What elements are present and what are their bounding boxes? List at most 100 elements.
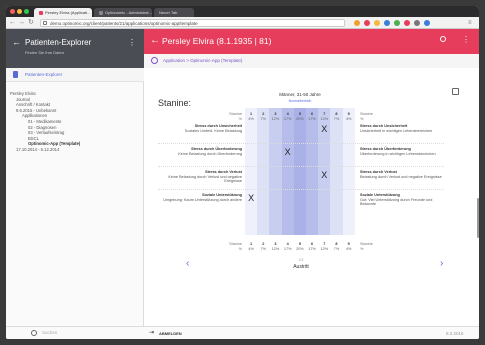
pager-indicator: 1/2 [298,258,304,262]
close-window-icon[interactable] [10,9,15,14]
tree-item[interactable]: Optinomic-App (Template) [28,141,80,146]
browser-tab[interactable]: Neuer Tab [154,8,194,17]
chart-subtitle: Normalbereich [288,99,312,103]
row-left-description: Keine Belastung durch Überforderung [178,152,242,156]
stanine-mark: X [284,147,291,157]
top-percent-value: 4% [345,117,352,121]
more-vert-icon[interactable]: ⋮ [128,38,136,47]
extension-icon[interactable] [384,20,390,26]
prev-chevron-icon[interactable]: ‹ [186,258,189,269]
back-arrow-icon[interactable]: ← [150,35,160,46]
browser-toolbar: ← → ↻ demo.optinomic.org/client/patients… [6,17,479,29]
favicon-icon [39,10,43,15]
top-percent-value: 7% [333,117,340,121]
bottom-percent-value: 7% [260,247,267,251]
browser-tab-active[interactable]: Persley Elvira (Applicati... [34,8,92,17]
extension-icon[interactable] [374,20,380,26]
bottom-percent-value: 12% [271,247,280,251]
row-right-title: Soziale Unterstützung [360,193,400,197]
stanine-column [293,108,306,235]
forward-arrow-icon[interactable]: → [18,18,25,28]
footer-date: 8.2.2016 [446,331,464,336]
document-icon [13,71,18,78]
more-vert-icon[interactable]: ⋮ [462,35,470,44]
extension-icon[interactable] [414,20,420,26]
bottom-percent-value: 4% [248,247,254,251]
minimize-window-icon[interactable] [17,9,22,14]
extension-icon[interactable] [364,20,370,26]
sidebar-subtitle: Finden Sie Ihre Daten [25,50,64,55]
address-bar[interactable]: demo.optinomic.org/client/patients/21/ap… [40,19,345,27]
extension-icon[interactable] [394,20,400,26]
extension-icon[interactable] [354,20,360,26]
sidebar: Patienten-Explorer Persley Elvira Journal… [6,68,144,326]
patient-title: Persley Elvira (8.1.1935 | 81) [162,36,272,46]
stanine-column [306,108,319,235]
stanine-chart: Männer, 31-50 Jahre Normalbereich Stanin… [144,68,479,326]
logout-button[interactable]: ABMELDEN [159,331,182,336]
tree-item[interactable]: 17.10.2014 - 5.12.2014 [16,147,59,152]
top-percent-value: 17% [308,117,316,121]
tree-item[interactable]: 02 - Diagnosen [28,125,56,130]
row-divider [158,143,444,144]
maximize-window-icon[interactable] [24,9,29,14]
row-left-title: Stress durch Überforderung [191,147,242,151]
main-content: Stanine: Männer, 31-50 Jahre Normalberei… [144,68,479,326]
stanine-column [257,108,270,235]
top-percent-value: 7% [260,117,267,121]
search-input[interactable]: Suchen [42,329,132,337]
footer: Suchen ⇥ ABMELDEN 8.2.2016 [6,326,479,339]
breadcrumb-bar: Application > Optinomic-App (Template) [144,54,479,68]
tree-item[interactable]: 03 - Verlaufseintrag [28,130,64,135]
bottom-percent-value: 17% [283,247,292,251]
search-icon[interactable] [440,36,446,42]
browser-tab[interactable]: Optionomic - Administrat... [94,8,152,17]
logout-icon[interactable]: ⇥ [149,329,154,336]
top-stanine-label: Stanine [360,112,373,116]
bottom-percent-value: 4% [345,247,352,251]
row-left-title: Stress durch Verlust [205,170,242,174]
top-percent-value: 20% [296,117,304,121]
stanine-column [281,108,294,235]
tree-item[interactable]: 01 - Medikamente [28,119,62,124]
tree-item[interactable]: 9.6.2015 - Unbekannt [16,108,56,113]
scrollbar-thumb[interactable] [477,198,479,238]
bottom-percent-value: 17% [308,247,316,251]
top-percent-value: 17% [283,117,292,121]
tree-item[interactable]: Anschrift / Kontakt [16,102,50,107]
tree-item[interactable]: BSCL [28,136,39,141]
extension-icon[interactable] [424,20,430,26]
bottom-percent-label: % [360,247,364,251]
browser-tab-bar: Persley Elvira (Applicati... Optionomic … [6,6,479,17]
next-chevron-icon[interactable]: › [440,258,443,269]
row-right-description: Gut: Viel Unterstützung durch Freunde un… [360,198,433,207]
stanine-column [330,108,343,235]
row-right-description: Belastung durch Verlust und negative Ere… [360,175,442,179]
top-percent-label: % [360,117,364,121]
back-arrow-icon[interactable]: ← [12,37,21,47]
bottom-percent-label: % [238,247,242,251]
top-percent-value: 12% [320,117,329,121]
search-icon[interactable] [31,330,37,336]
extension-icon[interactable] [404,20,410,26]
bottom-stanine-label: Stanine [229,242,242,246]
tree-item[interactable]: Persley Elvira [10,91,36,96]
row-left-description: Soziales Umfeld. Keine Belastung [184,129,242,133]
stanine-mark: X [321,170,328,180]
top-percent-label: % [238,117,242,121]
bottom-percent-value: 7% [333,247,340,251]
chart-title: Männer, 31-50 Jahre [279,92,321,97]
breadcrumb[interactable]: Application > Optinomic-App (Template) [163,58,242,63]
browser-window: Persley Elvira (Applicati... Optionomic … [6,6,479,339]
sidebar-section-header: Patienten-Explorer [6,68,144,82]
menu-icon[interactable]: ≡ [468,18,472,28]
row-right-description: Überforderung in wichtigen Lebensbereich… [360,152,436,156]
top-stanine-label: Stanine [229,112,242,116]
tree-item[interactable]: Journal [16,97,30,102]
row-left-description: Umgebung: Kaum Unterstützung durch ander… [163,198,242,202]
bottom-percent-value: 20% [296,247,304,251]
tree-item[interactable]: Applikationen [22,113,47,118]
back-arrow-icon[interactable]: ← [9,18,16,28]
reload-icon[interactable]: ↻ [28,18,34,28]
app-icon [151,57,158,64]
